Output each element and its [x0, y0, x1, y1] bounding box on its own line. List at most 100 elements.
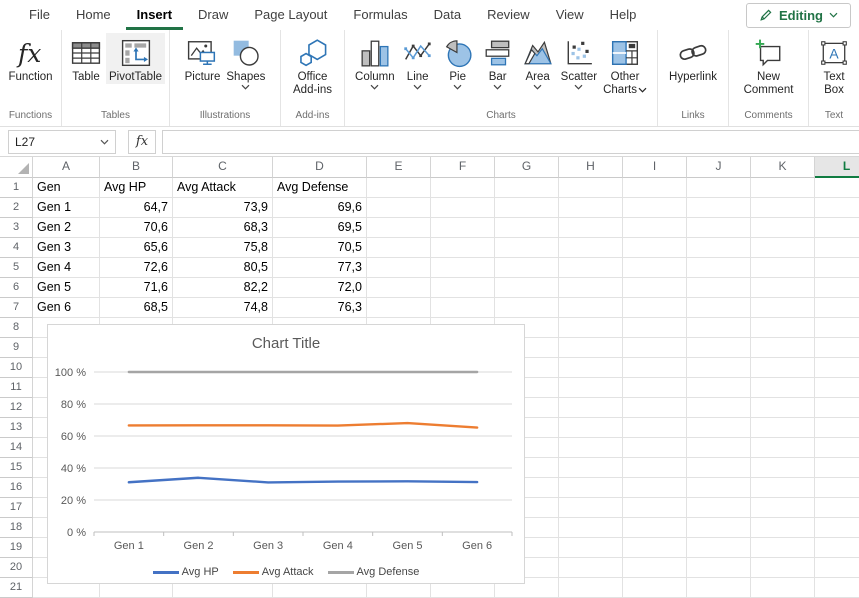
cell-L17[interactable]: [815, 498, 859, 518]
cell-E3[interactable]: [367, 218, 431, 238]
cell-I10[interactable]: [623, 358, 687, 378]
cell-L5[interactable]: [815, 258, 859, 278]
cell-H2[interactable]: [559, 198, 623, 218]
column-header-H[interactable]: H: [559, 157, 623, 178]
cell-C2[interactable]: 73,9: [173, 198, 273, 218]
pie-chart-button[interactable]: Pie: [438, 33, 478, 94]
cell-I4[interactable]: [623, 238, 687, 258]
column-header-I[interactable]: I: [623, 157, 687, 178]
row-header-20[interactable]: 20: [0, 558, 33, 578]
cell-I15[interactable]: [623, 458, 687, 478]
cell-H10[interactable]: [559, 358, 623, 378]
scatter-chart-button[interactable]: Scatter: [558, 33, 600, 94]
cell-K7[interactable]: [751, 298, 815, 318]
cell-K1[interactable]: [751, 178, 815, 198]
table-button[interactable]: Table: [66, 33, 106, 84]
cell-C6[interactable]: 82,2: [173, 278, 273, 298]
cell-K6[interactable]: [751, 278, 815, 298]
column-header-D[interactable]: D: [273, 157, 367, 178]
cell-A6[interactable]: Gen 5: [33, 278, 100, 298]
row-header-12[interactable]: 12: [0, 398, 33, 418]
cell-J16[interactable]: [687, 478, 751, 498]
cell-E6[interactable]: [367, 278, 431, 298]
row-header-7[interactable]: 7: [0, 298, 33, 318]
cell-L3[interactable]: [815, 218, 859, 238]
cell-L6[interactable]: [815, 278, 859, 298]
cell-L12[interactable]: [815, 398, 859, 418]
cell-D4[interactable]: 70,5: [273, 238, 367, 258]
column-header-C[interactable]: C: [173, 157, 273, 178]
cell-F6[interactable]: [431, 278, 495, 298]
tab-file[interactable]: File: [18, 0, 61, 30]
row-header-5[interactable]: 5: [0, 258, 33, 278]
row-header-9[interactable]: 9: [0, 338, 33, 358]
cell-I17[interactable]: [623, 498, 687, 518]
cell-A4[interactable]: Gen 3: [33, 238, 100, 258]
cell-D1[interactable]: Avg Defense: [273, 178, 367, 198]
cell-I12[interactable]: [623, 398, 687, 418]
row-header-10[interactable]: 10: [0, 358, 33, 378]
tab-home[interactable]: Home: [65, 0, 122, 30]
cell-K4[interactable]: [751, 238, 815, 258]
cell-J12[interactable]: [687, 398, 751, 418]
new-comment-button[interactable]: New Comment: [741, 33, 797, 97]
row-header-3[interactable]: 3: [0, 218, 33, 238]
cell-C4[interactable]: 75,8: [173, 238, 273, 258]
line-chart-button[interactable]: Line: [398, 33, 438, 94]
cell-L11[interactable]: [815, 378, 859, 398]
row-header-2[interactable]: 2: [0, 198, 33, 218]
cell-H11[interactable]: [559, 378, 623, 398]
column-header-K[interactable]: K: [751, 157, 815, 178]
name-box[interactable]: L27: [8, 130, 116, 154]
select-all-corner[interactable]: [0, 157, 33, 178]
cell-K3[interactable]: [751, 218, 815, 238]
legend-item-avg-attack[interactable]: Avg Attack: [233, 566, 314, 578]
tab-help[interactable]: Help: [599, 0, 648, 30]
area-chart-button[interactable]: Area: [518, 33, 558, 94]
cell-K18[interactable]: [751, 518, 815, 538]
cell-K16[interactable]: [751, 478, 815, 498]
formula-input[interactable]: [162, 130, 859, 154]
row-header-17[interactable]: 17: [0, 498, 33, 518]
row-header-8[interactable]: 8: [0, 318, 33, 338]
cell-F3[interactable]: [431, 218, 495, 238]
cell-I16[interactable]: [623, 478, 687, 498]
cell-I19[interactable]: [623, 538, 687, 558]
cell-H17[interactable]: [559, 498, 623, 518]
cell-K2[interactable]: [751, 198, 815, 218]
cell-J14[interactable]: [687, 438, 751, 458]
cell-I9[interactable]: [623, 338, 687, 358]
cell-J17[interactable]: [687, 498, 751, 518]
insert-function-button[interactable]: fx: [128, 130, 156, 154]
cell-L21[interactable]: [815, 578, 859, 598]
cell-D3[interactable]: 69,5: [273, 218, 367, 238]
chart-legend[interactable]: Avg HPAvg AttackAvg Defense: [48, 566, 524, 578]
column-header-L[interactable]: L: [815, 157, 859, 178]
row-header-11[interactable]: 11: [0, 378, 33, 398]
cell-L2[interactable]: [815, 198, 859, 218]
column-chart-button[interactable]: Column: [352, 33, 398, 94]
cell-K8[interactable]: [751, 318, 815, 338]
cell-B5[interactable]: 72,6: [100, 258, 173, 278]
cell-K10[interactable]: [751, 358, 815, 378]
cell-E7[interactable]: [367, 298, 431, 318]
cell-G7[interactable]: [495, 298, 559, 318]
cell-H3[interactable]: [559, 218, 623, 238]
cell-K14[interactable]: [751, 438, 815, 458]
cell-I2[interactable]: [623, 198, 687, 218]
cell-I8[interactable]: [623, 318, 687, 338]
cell-A2[interactable]: Gen 1: [33, 198, 100, 218]
row-header-19[interactable]: 19: [0, 538, 33, 558]
cell-H6[interactable]: [559, 278, 623, 298]
function-button[interactable]: fx Function: [5, 33, 55, 84]
cell-H15[interactable]: [559, 458, 623, 478]
tab-draw[interactable]: Draw: [187, 0, 239, 30]
cell-L7[interactable]: [815, 298, 859, 318]
editing-mode-button[interactable]: Editing: [746, 3, 851, 28]
cell-G3[interactable]: [495, 218, 559, 238]
cell-E5[interactable]: [367, 258, 431, 278]
cell-H9[interactable]: [559, 338, 623, 358]
cell-L16[interactable]: [815, 478, 859, 498]
tab-page-layout[interactable]: Page Layout: [243, 0, 338, 30]
cell-I18[interactable]: [623, 518, 687, 538]
